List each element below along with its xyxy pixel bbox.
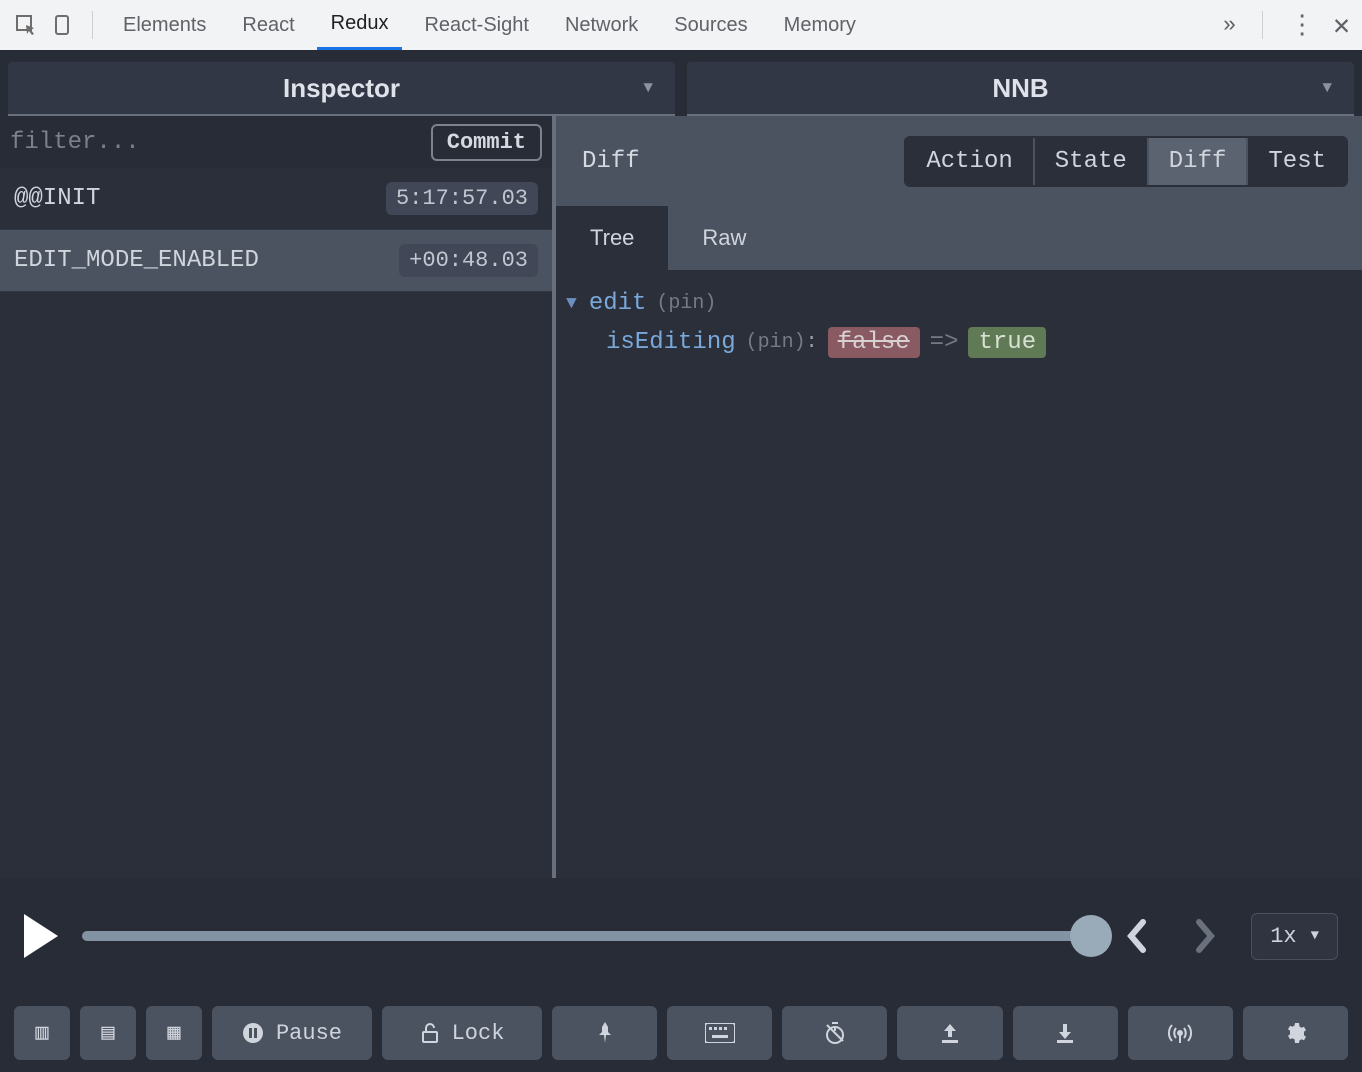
main-area: Commit @@INIT 5:17:57.03 EDIT_MODE_ENABL… bbox=[0, 116, 1362, 878]
gear-icon bbox=[1283, 1021, 1307, 1045]
redux-selector-bar: Inspector ▼ NNB ▼ bbox=[0, 50, 1362, 116]
pin-label[interactable]: (pin): bbox=[746, 331, 818, 354]
tree-row-root[interactable]: ▼ edit (pin) bbox=[566, 290, 1352, 317]
download-icon bbox=[1054, 1022, 1076, 1044]
remote-button[interactable] bbox=[1128, 1006, 1233, 1060]
pin-icon bbox=[596, 1022, 614, 1044]
tab-react[interactable]: React bbox=[228, 0, 308, 50]
dock-left-icon: ▥ bbox=[35, 1020, 48, 1046]
tree-key: edit bbox=[589, 290, 647, 317]
pin-button[interactable] bbox=[552, 1006, 657, 1060]
diff-view-button[interactable]: Diff bbox=[1147, 138, 1247, 185]
state-view-button[interactable]: State bbox=[1033, 138, 1147, 185]
monitor-selector[interactable]: Inspector ▼ bbox=[8, 62, 675, 116]
inspector-header: Diff Action State Diff Test bbox=[556, 116, 1362, 206]
pause-icon bbox=[242, 1022, 264, 1044]
view-buttons: Action State Diff Test bbox=[904, 136, 1348, 187]
diff-tree: ▼ edit (pin) isEditing (pin): false => t… bbox=[556, 270, 1362, 878]
filter-input[interactable] bbox=[10, 129, 421, 156]
filter-row: Commit bbox=[0, 116, 552, 168]
separator bbox=[1262, 11, 1263, 39]
pin-label[interactable]: (pin) bbox=[656, 292, 716, 315]
upload-icon bbox=[939, 1022, 961, 1044]
speed-selector[interactable]: 1x ▼ bbox=[1251, 913, 1338, 960]
raw-subtab[interactable]: Raw bbox=[668, 206, 780, 270]
tab-memory[interactable]: Memory bbox=[770, 0, 870, 50]
tree-row-child[interactable]: isEditing (pin): false => true bbox=[566, 327, 1352, 358]
monitor-selector-label: Inspector bbox=[283, 73, 400, 104]
dock-bottom-icon: ▤ bbox=[101, 1020, 114, 1046]
export-button[interactable] bbox=[897, 1006, 1002, 1060]
no-timer-icon bbox=[823, 1021, 847, 1045]
tab-elements[interactable]: Elements bbox=[109, 0, 220, 50]
dispatcher-button[interactable] bbox=[667, 1006, 772, 1060]
action-time: 5:17:57.03 bbox=[386, 182, 538, 215]
tab-react-sight[interactable]: React-Sight bbox=[410, 0, 543, 50]
devtools-tab-bar: Elements React Redux React-Sight Network… bbox=[0, 0, 1362, 50]
bottom-toolbar: ▥ ▤ ▦ Pause Lock bbox=[0, 994, 1362, 1072]
action-time: +00:48.03 bbox=[399, 244, 538, 277]
action-item[interactable]: EDIT_MODE_ENABLED +00:48.03 bbox=[0, 230, 552, 292]
test-view-button[interactable]: Test bbox=[1246, 138, 1346, 185]
import-button[interactable] bbox=[1013, 1006, 1118, 1060]
dock-right-button[interactable]: ▦ bbox=[146, 1006, 202, 1060]
dock-right-icon: ▦ bbox=[167, 1020, 180, 1046]
lock-button[interactable]: Lock bbox=[382, 1006, 542, 1060]
playback-bar: 1x ▼ bbox=[0, 878, 1362, 994]
subtabs: Tree Raw bbox=[556, 206, 1362, 270]
step-back-button[interactable] bbox=[1115, 916, 1159, 956]
step-forward-button[interactable] bbox=[1183, 916, 1227, 956]
more-tabs-icon[interactable]: » bbox=[1223, 13, 1236, 38]
commit-button[interactable]: Commit bbox=[431, 124, 542, 161]
broadcast-icon bbox=[1167, 1021, 1193, 1045]
arrow-icon: => bbox=[930, 329, 959, 356]
inspector-title: Diff bbox=[570, 148, 640, 175]
persist-button[interactable] bbox=[782, 1006, 887, 1060]
lock-label: Lock bbox=[452, 1021, 505, 1046]
dock-left-button[interactable]: ▥ bbox=[14, 1006, 70, 1060]
pause-label: Pause bbox=[276, 1021, 342, 1046]
chevron-down-icon: ▼ bbox=[1311, 928, 1319, 944]
chevron-down-icon: ▼ bbox=[643, 79, 653, 97]
inspector-panel: Diff Action State Diff Test Tree Raw ▼ e… bbox=[556, 116, 1362, 878]
settings-button[interactable] bbox=[1243, 1006, 1348, 1060]
lock-icon bbox=[420, 1022, 440, 1044]
close-icon[interactable]: ✕ bbox=[1333, 8, 1350, 43]
kebab-menu-icon[interactable]: ⋮ bbox=[1289, 10, 1315, 41]
dock-bottom-button[interactable]: ▤ bbox=[80, 1006, 136, 1060]
inspect-icon[interactable] bbox=[12, 11, 40, 39]
slider-thumb[interactable] bbox=[1070, 915, 1112, 957]
tab-sources[interactable]: Sources bbox=[660, 0, 761, 50]
action-list-panel: Commit @@INIT 5:17:57.03 EDIT_MODE_ENABL… bbox=[0, 116, 556, 878]
timeline-slider[interactable] bbox=[82, 931, 1091, 941]
old-value: false bbox=[828, 327, 920, 358]
instance-selector[interactable]: NNB ▼ bbox=[687, 62, 1354, 116]
chevron-down-icon: ▼ bbox=[1322, 79, 1332, 97]
tree-subtab[interactable]: Tree bbox=[556, 206, 668, 270]
speed-label: 1x bbox=[1270, 924, 1296, 949]
keyboard-icon bbox=[705, 1023, 735, 1043]
tab-redux[interactable]: Redux bbox=[317, 0, 403, 50]
separator bbox=[92, 11, 93, 39]
tab-network[interactable]: Network bbox=[551, 0, 652, 50]
caret-down-icon[interactable]: ▼ bbox=[566, 294, 577, 314]
instance-selector-label: NNB bbox=[992, 73, 1048, 104]
device-icon[interactable] bbox=[48, 11, 76, 39]
action-name: EDIT_MODE_ENABLED bbox=[14, 247, 259, 274]
action-name: @@INIT bbox=[14, 185, 100, 212]
action-view-button[interactable]: Action bbox=[906, 138, 1032, 185]
tree-key: isEditing bbox=[606, 329, 736, 356]
action-item[interactable]: @@INIT 5:17:57.03 bbox=[0, 168, 552, 230]
pause-button[interactable]: Pause bbox=[212, 1006, 372, 1060]
new-value: true bbox=[968, 327, 1046, 358]
action-list[interactable]: @@INIT 5:17:57.03 EDIT_MODE_ENABLED +00:… bbox=[0, 168, 552, 878]
